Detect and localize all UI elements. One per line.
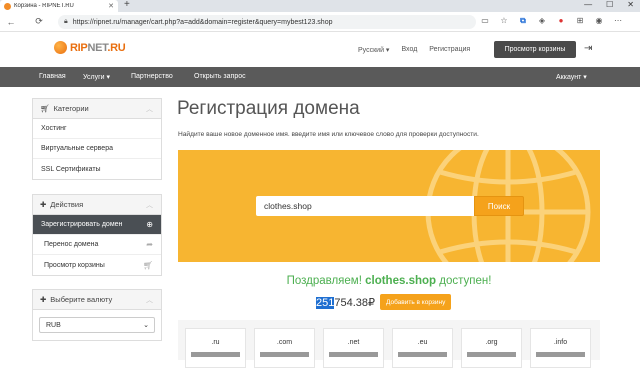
nav-account[interactable]: Аккаунт ▾ <box>556 73 587 81</box>
plus-icon: ✚ <box>40 295 47 304</box>
nav-open-ticket[interactable]: Открыть запрос <box>194 73 246 80</box>
collapse-icon[interactable]: ︿ <box>146 200 153 210</box>
minimize-button[interactable]: — <box>584 0 592 9</box>
extension-shield-icon[interactable]: ◈ <box>537 16 547 26</box>
site-header: RIPNET.RU Русский ▾ Вход Регистрация Про… <box>0 33 640 67</box>
add-to-cart-button[interactable]: Добавить в корзину <box>380 294 452 310</box>
globe-icon: ⊕ <box>146 220 153 229</box>
categories-header[interactable]: 🛒︎ Категории ︿ <box>33 99 161 119</box>
tab-title: Корзина - RIPNET.RU <box>14 3 74 9</box>
domain-price: 251754.38₽ <box>316 296 376 309</box>
reader-mode-icon[interactable]: ▭ <box>480 16 490 26</box>
window-controls: — ☐ ✕ <box>584 0 634 9</box>
collapse-icon[interactable]: ︿ <box>146 104 153 114</box>
tab-close-icon[interactable]: ✕ <box>108 2 114 10</box>
language-selector[interactable]: Русский ▾ <box>358 46 389 54</box>
register-domain-label: Зарегистрировать домен <box>41 221 123 228</box>
search-button[interactable]: Поиск <box>474 196 524 216</box>
sidebar-item-view-cart[interactable]: Просмотр корзины 🛒︎ <box>33 255 161 275</box>
favorite-star-icon[interactable]: ☆ <box>499 16 509 26</box>
logout-icon[interactable]: ⇥ <box>584 43 592 54</box>
profile-avatar-icon[interactable]: ◉ <box>594 16 604 26</box>
tld-card[interactable]: .info <box>530 328 591 368</box>
actions-panel: ✚ Действия ︿ Зарегистрировать домен ⊕ Пе… <box>32 194 162 276</box>
tld-card[interactable]: .org <box>461 328 522 368</box>
currency-header[interactable]: ✚ Выберите валюту ︿ <box>33 290 161 310</box>
tld-card[interactable]: .ru <box>185 328 246 368</box>
view-cart-button[interactable]: Просмотр корзины <box>494 41 576 58</box>
page-subtitle: Найдите ваше новое доменное имя. введите… <box>178 131 479 138</box>
maximize-button[interactable]: ☐ <box>606 0 613 9</box>
cart-icon: 🛒︎ <box>142 260 153 270</box>
share-arrow-icon: ➦ <box>146 240 153 249</box>
url-text: https://ripnet.ru/manager/cart.php?a=add… <box>72 18 333 26</box>
collapse-icon[interactable]: ︿ <box>146 295 153 305</box>
currency-select[interactable]: RUB ⌄ <box>39 317 155 333</box>
availability-message: Поздравляем! clothes.shop доступен! <box>286 275 492 287</box>
nav-services[interactable]: Услуги ▾ <box>83 73 110 81</box>
sidebar-item-ssl[interactable]: SSL Сертификаты <box>33 159 161 179</box>
categories-panel: 🛒︎ Категории ︿ Хостинг Виртуальные серве… <box>32 98 162 180</box>
currency-value: RUB <box>46 321 61 329</box>
logo-globe-icon <box>54 41 67 54</box>
actions-header[interactable]: ✚ Действия ︿ <box>33 195 161 215</box>
categories-title: Категории <box>53 104 89 113</box>
sidebar-item-hosting[interactable]: Хостинг <box>33 119 161 139</box>
reload-icon[interactable]: ⟳ <box>32 16 46 27</box>
sidebar-item-vps[interactable]: Виртуальные сервера <box>33 139 161 159</box>
sidebar-item-transfer-domain[interactable]: Перенос домена ➦ <box>33 235 161 255</box>
page-title: Регистрация домена <box>177 98 360 119</box>
plus-icon: ✚ <box>40 200 47 209</box>
lock-icon: 🔒︎ <box>64 18 68 25</box>
price-row: 251754.38₽ Добавить в корзину <box>316 294 452 310</box>
transfer-domain-label: Перенос домена <box>44 241 99 248</box>
tld-card[interactable]: .com <box>254 328 315 368</box>
site-favicon-icon <box>4 2 11 10</box>
cart-icon: 🛒︎ <box>40 104 50 113</box>
login-link[interactable]: Вход <box>401 46 417 54</box>
domain-search-input[interactable]: clothes.shop <box>256 196 476 216</box>
view-cart-label: Просмотр корзины <box>44 261 105 269</box>
sidebar-item-register-domain[interactable]: Зарегистрировать домен ⊕ <box>33 215 161 235</box>
actions-title: Действия <box>50 200 84 209</box>
collections-icon[interactable]: ⊞ <box>575 16 585 26</box>
close-window-button[interactable]: ✕ <box>627 0 634 9</box>
currency-panel: ✚ Выберите валюту ︿ RUB ⌄ <box>32 289 162 341</box>
back-icon[interactable]: ← <box>4 17 18 27</box>
browser-toolbar: ← ⟳ 🔒︎ https://ripnet.ru/manager/cart.ph… <box>0 12 640 32</box>
address-bar[interactable]: 🔒︎ https://ripnet.ru/manager/cart.php?a=… <box>58 15 476 29</box>
chevron-down-icon: ⌄ <box>143 322 149 329</box>
available-domain: clothes.shop <box>365 275 437 287</box>
nav-partnership[interactable]: Партнерство <box>131 73 173 80</box>
tld-suggestions: .ru .com .net .eu .org .info <box>178 320 600 368</box>
more-menu-icon[interactable]: ⋯ <box>613 16 623 26</box>
new-tab-button[interactable]: + <box>124 0 130 10</box>
site-logo[interactable]: RIPNET.RU <box>54 41 126 54</box>
main-navbar: Главная Услуги ▾ Партнерство Открыть зап… <box>0 67 640 87</box>
top-links: Русский ▾ Вход Регистрация <box>358 46 470 54</box>
tld-card[interactable]: .eu <box>392 328 453 368</box>
browser-tab-bar: Корзина - RIPNET.RU ✕ + — ☐ ✕ <box>0 0 640 12</box>
register-link[interactable]: Регистрация <box>429 46 470 54</box>
currency-title: Выберите валюту <box>50 295 113 304</box>
browser-tab[interactable]: Корзина - RIPNET.RU ✕ <box>0 0 118 12</box>
extension-icon[interactable]: ⧉ <box>518 16 528 26</box>
extension-red-icon[interactable]: ● <box>556 16 566 26</box>
tld-card[interactable]: .net <box>323 328 384 368</box>
nav-home[interactable]: Главная <box>39 73 66 80</box>
extension-icons: ▭ ☆ ⧉ ◈ ● ⊞ ◉ ⋯ <box>480 16 623 26</box>
domain-search-hero: clothes.shop Поиск <box>178 150 600 262</box>
